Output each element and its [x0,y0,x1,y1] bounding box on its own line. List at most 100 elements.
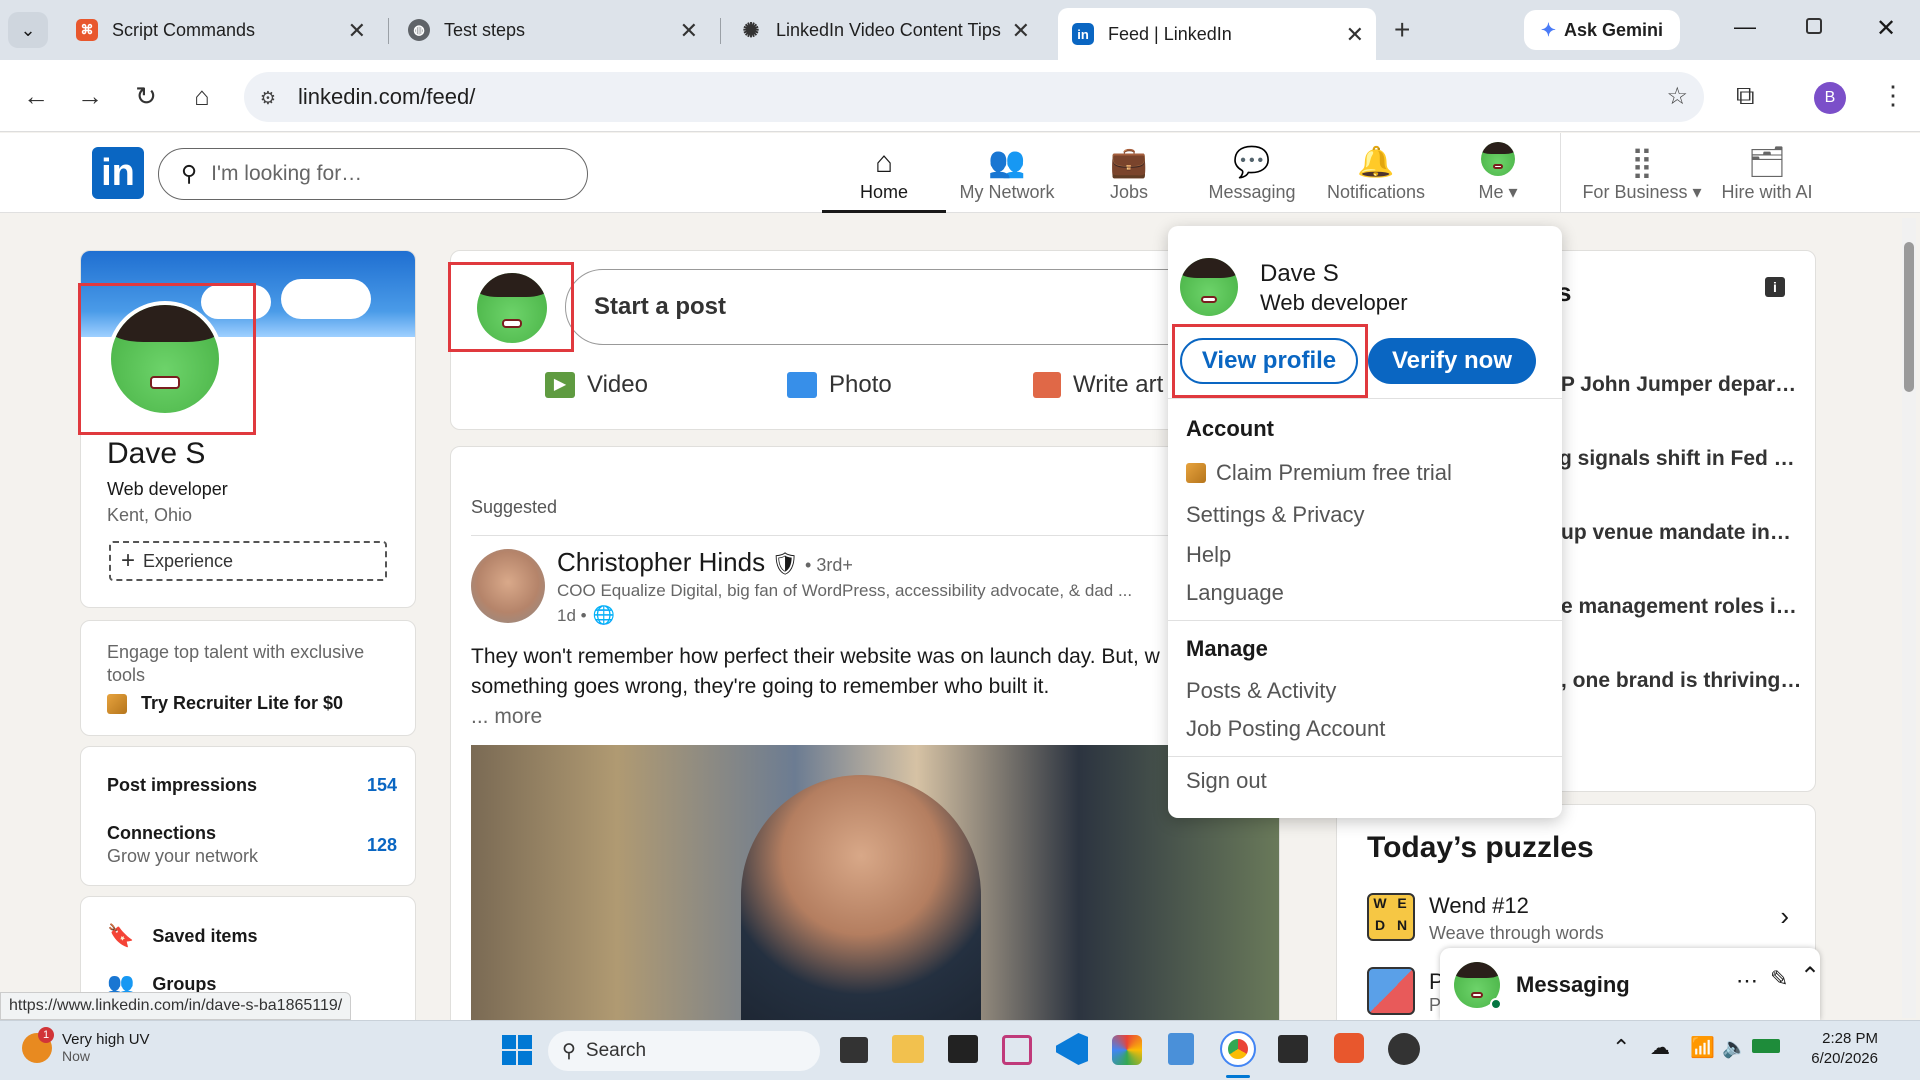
compose-icon[interactable]: ✎ [1770,966,1788,992]
video-button[interactable]: ▶ Video [545,371,648,399]
write-article-button[interactable]: Write art [1033,371,1163,399]
posts-activity-link[interactable]: Posts & Activity [1186,678,1336,704]
volume-icon[interactable]: 🔈 [1722,1035,1747,1060]
start-button[interactable] [502,1035,532,1065]
vscode-icon[interactable] [1056,1033,1088,1065]
task-view-icon[interactable] [840,1037,868,1063]
close-tab-icon[interactable]: ✕ [680,18,698,44]
more-options-icon[interactable]: ⋯ [1736,968,1758,994]
file-explorer-icon[interactable] [892,1035,924,1063]
news-item[interactable]: up venue mandate in… [1561,521,1791,545]
profile-location: Kent, Ohio [107,505,193,525]
author-line[interactable]: Christopher Hinds 🛡 • 3rd+ [557,547,853,578]
site-settings-icon[interactable]: ⚙ [252,82,284,114]
chevron-up-icon[interactable]: ⌃ [1800,962,1820,991]
news-item[interactable]: e management roles i… [1561,595,1797,619]
profile-name[interactable]: Dave S [107,437,205,471]
scriptcase-icon[interactable] [1334,1033,1364,1063]
minimize-icon[interactable]: — [1734,14,1756,40]
tray-chevron-icon[interactable]: ⌃ [1612,1035,1630,1061]
nav-hire-with-ai[interactable]: 🗂 Hire with AI [1712,133,1822,213]
news-item[interactable]: , one brand is thriving… [1561,669,1801,693]
see-more-link[interactable]: ... more [471,705,542,729]
claim-premium-link[interactable]: Claim Premium free trial [1186,460,1452,486]
browser-menu-icon[interactable]: ⋮ [1880,80,1906,111]
close-tab-icon[interactable]: ✕ [1346,22,1364,48]
news-item[interactable]: /P John Jumper depar… [1555,373,1796,397]
terminal-icon[interactable] [948,1035,978,1063]
news-item[interactable]: g signals shift in Fed … [1559,447,1795,471]
bookmark-star-icon[interactable]: ☆ [1666,82,1688,111]
nav-home[interactable]: ⌂ Home [822,133,946,213]
new-tab-button[interactable]: + [1394,14,1410,46]
close-tab-icon[interactable]: ✕ [1012,18,1030,44]
post-meta: 1d • 🌐 [557,605,615,626]
verify-now-button[interactable]: Verify now [1368,338,1536,384]
author-name[interactable]: Christopher Hinds [557,547,765,578]
job-posting-account-link[interactable]: Job Posting Account [1186,716,1385,742]
tab-feed-linkedin[interactable]: in Feed | LinkedIn ✕ [1058,8,1376,60]
search-input[interactable]: I'm looking for… [211,162,362,186]
puzzle-item-wend[interactable]: Wend #12 Weave through words › [1429,893,1789,944]
wend-puzzle-icon: WEDN [1367,893,1415,941]
chrome-icon[interactable] [1220,1031,1256,1067]
wifi-icon[interactable]: 📶 [1690,1035,1715,1060]
recruiter-cta[interactable]: Try Recruiter Lite for $0 [107,693,343,714]
notepad-icon[interactable] [1168,1033,1194,1065]
snipping-tool-icon[interactable] [1002,1035,1032,1065]
stat-sub: Grow your network [107,846,259,866]
online-dot [1490,998,1502,1010]
globe-icon: 🌐 [592,605,616,625]
stat-connections[interactable]: Connections Grow your network 128 [107,823,397,867]
search-box[interactable]: ⚲ I'm looking for… [158,148,588,200]
home-icon[interactable]: ⌂ [184,78,220,114]
info-icon[interactable]: i [1765,277,1785,297]
linkedin-logo[interactable]: in [92,147,144,199]
clock[interactable]: 2:28 PM 6/20/2026 [1794,1029,1878,1069]
back-arrow-icon[interactable]: ← [18,78,54,114]
scrollbar-thumb[interactable] [1904,242,1914,392]
language-link[interactable]: Language [1186,580,1284,606]
tab-test-steps[interactable]: ◍ Test steps ✕ [394,10,710,50]
nav-for-business[interactable]: ⣿ For Business ▾ [1572,133,1712,213]
taskbar-search[interactable]: ⚲ Search [548,1031,820,1071]
tab-search-button[interactable]: ⌄ [8,12,48,48]
settings-privacy-link[interactable]: Settings & Privacy [1186,502,1365,528]
address-bar[interactable]: ⚙ linkedin.com/feed/ ☆ [244,72,1704,122]
help-link[interactable]: Help [1186,542,1231,568]
saved-items-link[interactable]: 🔖 Saved items [107,923,257,949]
weather-sub: Now [62,1048,91,1064]
messaging-overlay[interactable]: Messaging ⋯ ✎ ⌃ [1440,948,1820,1020]
ask-gemini-button[interactable]: ✦ Ask Gemini [1524,10,1680,50]
nav-me[interactable]: Me ▾ [1438,133,1558,213]
media-player-icon[interactable] [1388,1033,1420,1065]
battery-icon[interactable] [1752,1039,1780,1053]
stats-card: Post impressions 154 Connections Grow yo… [80,746,416,886]
close-tab-icon[interactable]: ✕ [348,18,366,44]
tab-script-commands[interactable]: ⌘ Script Commands ✕ [62,10,378,50]
photo-button[interactable]: Photo [787,371,892,399]
reload-icon[interactable]: ↻ [128,78,164,114]
weather-widget[interactable]: 1 Very high UV Now [22,1026,150,1064]
extensions-icon[interactable]: ⧉ [1736,80,1755,112]
post-image[interactable] [471,745,1279,1045]
page-scrollbar[interactable] [1902,218,1916,1018]
nav-messaging[interactable]: 💬 Messaging [1190,133,1314,213]
tab-linkedin-video-tips[interactable]: ✺ LinkedIn Video Content Tips ✕ [726,10,1042,50]
forward-arrow-icon[interactable]: → [72,78,108,114]
network-tray-icon[interactable]: ☁ [1650,1035,1670,1060]
add-experience-button[interactable]: + Experience [109,541,387,581]
profile-avatar[interactable]: B [1814,82,1846,114]
app-icon[interactable] [1112,1035,1142,1065]
close-window-icon[interactable]: ✕ [1876,14,1896,43]
cmd-icon[interactable] [1278,1035,1308,1063]
author-avatar[interactable] [471,549,545,623]
taskbar-search-label: Search [585,1040,647,1061]
nav-notifications[interactable]: 🔔 Notifications [1314,133,1438,213]
sign-out-link[interactable]: Sign out [1186,768,1267,794]
stat-post-impressions[interactable]: Post impressions 154 [107,775,397,796]
start-post-button[interactable]: Start a post [565,269,1265,345]
nav-jobs[interactable]: 💼 Jobs [1068,133,1190,213]
restore-icon[interactable] [1806,18,1822,34]
nav-my-network[interactable]: 👥 My Network [946,133,1068,213]
